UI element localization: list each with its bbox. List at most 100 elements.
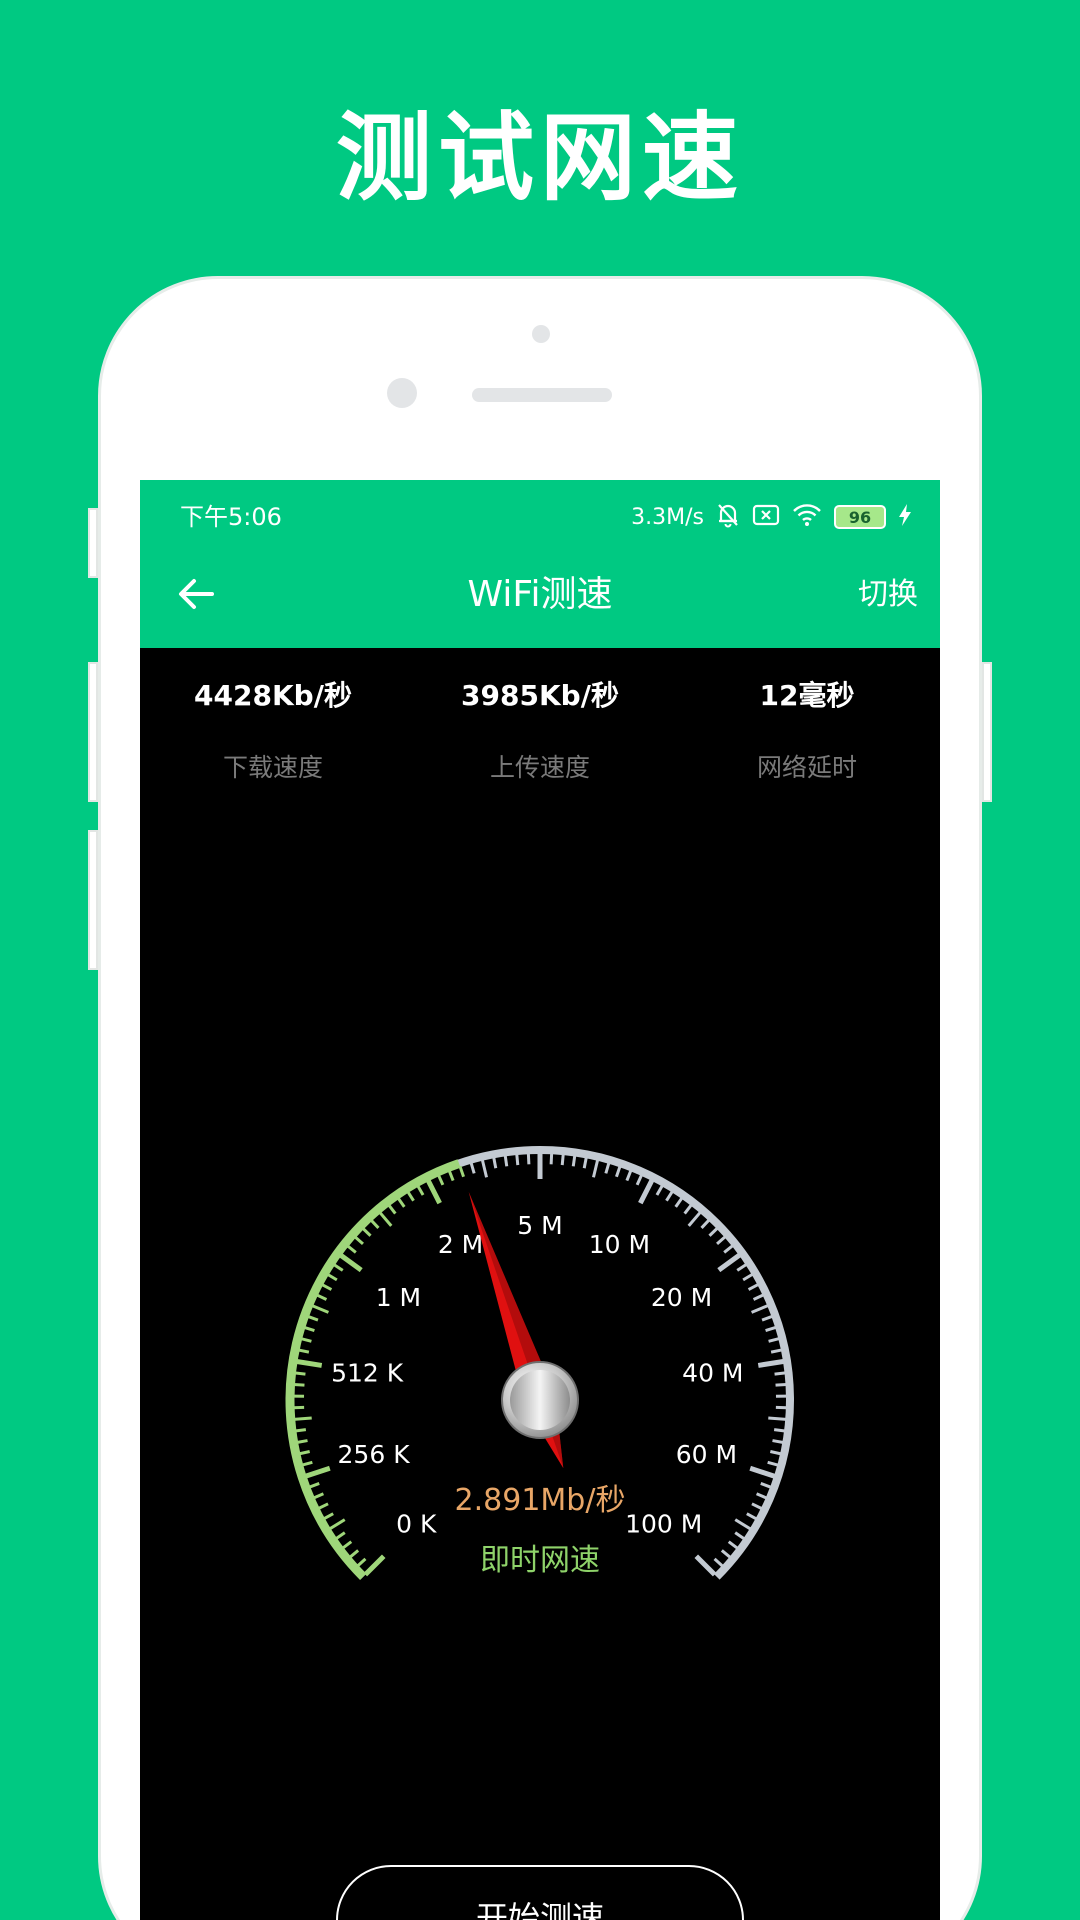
gauge-tick (727, 1540, 739, 1550)
download-speed-label: 下载速度 (222, 753, 323, 782)
status-icons: 3.3M/s 96 (631, 500, 912, 534)
gauge-tick (295, 1358, 323, 1368)
status-net-speed: 3.3M/s (631, 504, 704, 530)
gauge-tick (774, 1371, 786, 1376)
gauge-tick (655, 1184, 664, 1196)
speed-gauge: 0 K 256 K 512 K 1 M 2 M 5 M 10 M 20 M 40 M 60 M 10… (140, 1100, 940, 1600)
latency-value: 12毫秒 (759, 679, 855, 712)
gauge-tick (775, 1382, 787, 1387)
latency-label: 网络延时 (756, 753, 857, 782)
switch-button[interactable]: 切换 (858, 572, 918, 618)
gauge-tick (334, 1531, 346, 1541)
gauge-tick (312, 1492, 325, 1500)
gauge-tick (353, 1235, 364, 1246)
gauge-scale-label: 256 K (338, 1440, 411, 1469)
gauge-scale-label: 10 M (589, 1230, 650, 1259)
download-speed-value: 4428Kb/秒 (194, 679, 352, 712)
gauge-tick (749, 1465, 776, 1479)
gauge-tick (571, 1155, 577, 1167)
gauge-tick (526, 1153, 531, 1165)
gauge-tick (303, 1325, 315, 1333)
gauge-scale-label: 100 M (625, 1510, 702, 1539)
gauge-tick (625, 1169, 633, 1182)
gauge-tick (348, 1549, 360, 1559)
gauge-tick (700, 1218, 711, 1229)
gauge-tick (322, 1512, 334, 1521)
gauge-tick (307, 1314, 319, 1322)
upload-speed-value: 3985Kb/秒 (461, 679, 619, 712)
gauge-tick (742, 1272, 754, 1282)
gauge-tick (436, 1174, 445, 1186)
gauge-tick (469, 1162, 476, 1174)
gauge-tick (492, 1157, 498, 1169)
gauge-tick (321, 1283, 333, 1291)
gauge-tick (301, 1460, 313, 1467)
gauge-tick (416, 1184, 425, 1196)
gauge-tick (346, 1244, 357, 1254)
current-speed-reading: 2.891Mb/秒 (455, 1483, 626, 1518)
gauge-tick (480, 1159, 488, 1178)
gauge-tick (332, 1263, 344, 1272)
gauge-tick (406, 1190, 415, 1202)
gauge-tick (736, 1263, 748, 1272)
gauge-tick (361, 1227, 372, 1237)
gauge-tick (716, 1235, 727, 1246)
download-stat: 4428Kb/秒 下载速度 (140, 676, 406, 786)
gauge-tick (717, 1252, 742, 1273)
gauge-tick (665, 1190, 674, 1202)
gauge-scale-label: 0 K (396, 1510, 437, 1539)
gauge-tick (549, 1153, 554, 1165)
gauge-tick (757, 1358, 785, 1368)
gauge-tick (311, 1304, 330, 1314)
app-header: 下午5:06 3.3M/s 96 WiFi测速 切换 (140, 480, 940, 648)
gauge-hub-face (510, 1370, 570, 1430)
wifi-icon (792, 503, 822, 531)
gauge-tick (296, 1439, 308, 1444)
gauge-tick (515, 1153, 520, 1166)
gauge-tick (746, 1512, 758, 1521)
phone-side-button (982, 662, 992, 802)
gauge-tick (604, 1162, 611, 1174)
speed-gauge-dial: 0 K 256 K 512 K 1 M 2 M 5 M 10 M20 M 40 M 60 M 10… (285, 1146, 794, 1580)
gauge-tick (304, 1465, 331, 1479)
gauge-tick (592, 1159, 600, 1178)
gauge-tick (294, 1371, 306, 1376)
gauge-tick (396, 1197, 406, 1208)
gauge-tick (768, 1337, 780, 1343)
screen-title: WiFi测速 (467, 574, 613, 615)
latency-stat: 12毫秒 网络延时 (674, 676, 940, 786)
phone-sensor (532, 325, 550, 343)
gauge-tick (674, 1197, 684, 1208)
gauge-scale-label: 5 M (517, 1211, 562, 1240)
gauge-tick (308, 1482, 320, 1489)
gauge-scale-label: 20 M (651, 1283, 712, 1312)
gauge-tick (328, 1518, 346, 1531)
gauge-tick (708, 1227, 719, 1237)
gauge-tick (687, 1211, 702, 1227)
start-test-button[interactable]: 开始测速 (336, 1865, 744, 1920)
charging-bolt-icon (898, 503, 912, 531)
phone-front-camera (387, 378, 417, 408)
status-time: 下午5:06 (180, 503, 282, 531)
phone-side-button (88, 662, 98, 802)
gauge-tick (326, 1272, 338, 1282)
battery-icon: 96 (834, 505, 886, 529)
gauge-tick (751, 1502, 763, 1511)
gauge-tick (713, 1557, 724, 1568)
gauge-tick (378, 1211, 393, 1227)
gauge-tick (300, 1337, 312, 1343)
gauge-tick (458, 1165, 465, 1178)
gauge-tick (615, 1165, 622, 1178)
gauge-tick (734, 1531, 746, 1541)
gauge-tick (297, 1348, 310, 1354)
gauge-tick (503, 1155, 509, 1167)
gauge-tick (768, 1416, 787, 1421)
bell-off-icon (716, 502, 740, 532)
gauge-scale-label: 60 M (676, 1440, 737, 1469)
gauge-tick (356, 1557, 367, 1568)
gauge-tick (752, 1293, 765, 1301)
gauge-tick (341, 1540, 353, 1550)
gauge-tick (293, 1416, 312, 1421)
gauge-tick (760, 1482, 772, 1489)
upload-stat: 3985Kb/秒 上传速度 (407, 676, 673, 786)
